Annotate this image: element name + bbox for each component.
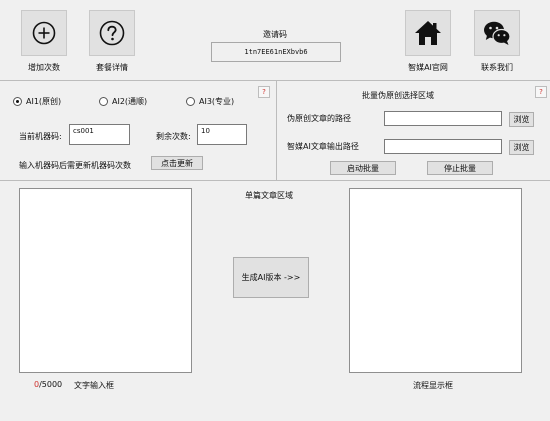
plus-circle-icon xyxy=(32,21,56,45)
settings-divider xyxy=(0,180,550,181)
machine-code-input[interactable]: cs001 xyxy=(69,124,130,145)
package-details-label: 套餐详情 xyxy=(96,63,128,72)
output-browse-button[interactable]: 浏览 xyxy=(509,140,534,155)
batch-section-title: 批量伪原创选择区域 xyxy=(362,91,434,100)
source-path-label: 伪原创文章的路径 xyxy=(287,114,351,123)
radio-ai3[interactable]: AI3(专业) xyxy=(186,96,234,107)
output-path-label: 智媒AI文章输出路径 xyxy=(287,142,359,151)
radio-ai2[interactable]: AI2(通顺) xyxy=(99,96,147,107)
output-path-input[interactable] xyxy=(384,139,502,154)
generate-ai-button[interactable]: 生成AI版本 ->> xyxy=(233,257,309,298)
char-limit-value: /5000 xyxy=(39,380,63,389)
wechat-icon xyxy=(484,21,511,45)
add-count-label: 增加次数 xyxy=(28,63,60,72)
radio-ai2-label: AI2(通顺) xyxy=(112,97,148,106)
stop-batch-button[interactable]: 停止批量 xyxy=(427,161,493,175)
invite-code-title: 邀请码 xyxy=(263,30,287,39)
radio-ai3-indicator xyxy=(186,97,195,106)
question-circle-icon xyxy=(99,20,125,46)
source-browse-button[interactable]: 浏览 xyxy=(509,112,534,127)
source-path-input[interactable] xyxy=(384,111,502,126)
process-display-area[interactable] xyxy=(349,188,522,373)
start-batch-button[interactable]: 启动批量 xyxy=(330,161,396,175)
char-counter: 0/5000 xyxy=(34,380,62,389)
radio-ai1-label: AI1(原创) xyxy=(26,97,62,106)
radio-ai2-indicator xyxy=(99,97,108,106)
section-divider xyxy=(276,80,277,180)
update-button[interactable]: 点击更新 xyxy=(151,156,203,170)
mode-help-button[interactable]: ? xyxy=(258,86,270,98)
remaining-count-input[interactable]: 10 xyxy=(197,124,247,145)
text-input-caption: 文字输入框 xyxy=(74,381,114,390)
home-icon xyxy=(415,21,441,45)
text-input-area[interactable] xyxy=(19,188,192,373)
toolbar-divider xyxy=(0,80,550,81)
radio-ai3-label: AI3(专业) xyxy=(199,97,235,106)
official-site-label: 智媒AI官网 xyxy=(408,63,448,72)
single-section-title: 单篇文章区域 xyxy=(245,191,293,200)
machine-code-label: 当前机器码: xyxy=(19,132,62,141)
contact-us-button[interactable] xyxy=(474,10,520,56)
radio-ai1-indicator xyxy=(13,97,22,106)
radio-ai1[interactable]: AI1(原创) xyxy=(13,96,61,107)
package-details-button[interactable] xyxy=(89,10,135,56)
process-display-caption: 流程显示框 xyxy=(413,381,453,390)
invite-code-field[interactable]: 1tn7EE61nEXbvb6 xyxy=(211,42,341,62)
add-count-button[interactable] xyxy=(21,10,67,56)
remaining-count-label: 剩余次数: xyxy=(156,132,191,141)
contact-us-label: 联系我们 xyxy=(481,63,513,72)
batch-help-button[interactable]: ? xyxy=(535,86,547,98)
update-hint: 输入机器码后需更新机器码次数 xyxy=(19,161,131,170)
official-site-button[interactable] xyxy=(405,10,451,56)
